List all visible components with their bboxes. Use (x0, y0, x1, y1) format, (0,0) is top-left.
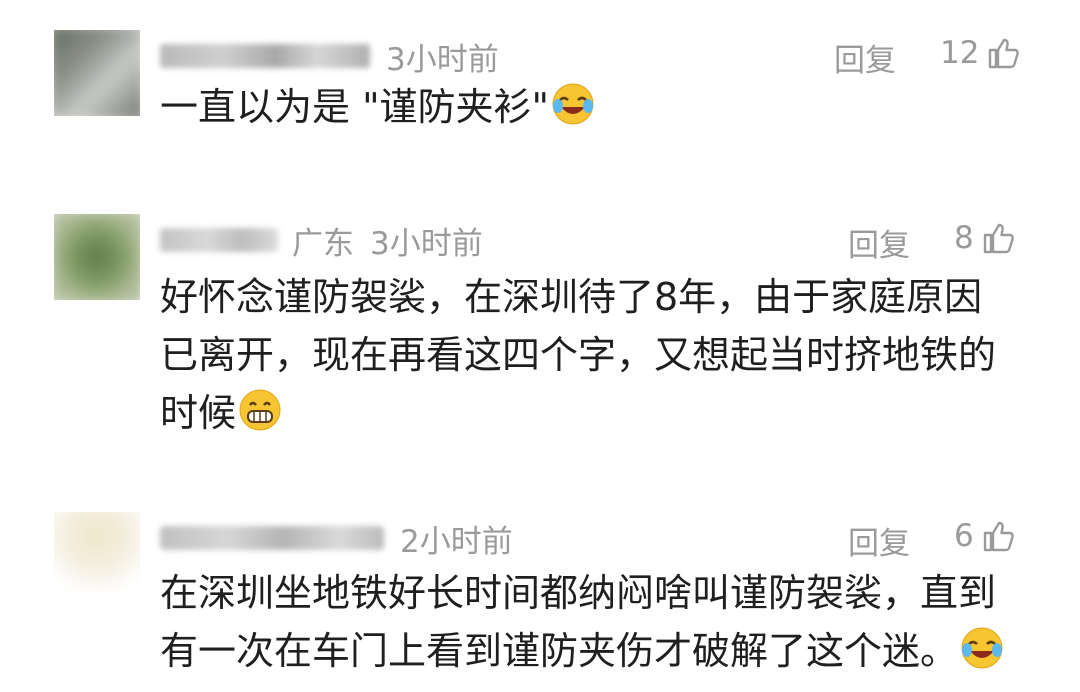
thumbs-up-icon (983, 521, 1014, 552)
like-button[interactable]: 8 (954, 220, 1016, 256)
username-blurred[interactable] (160, 526, 384, 550)
comment-text: 一直以为是 "谨防夹衫" (160, 78, 1010, 142)
like-count: 8 (954, 220, 974, 256)
thumbs-up-icon (983, 223, 1014, 254)
laughing-crying-emoji-icon (551, 82, 595, 142)
username-blurred[interactable] (160, 228, 278, 252)
comment-header: 广东 3小时前 (160, 220, 483, 262)
comment-text-content: 在深圳坐地铁好长时间都纳闷啥叫谨防袈裟，直到有一次在车门上看到谨防夹伤才破解了这… (160, 571, 997, 673)
laughing-crying-emoji-icon (960, 626, 1004, 686)
like-button[interactable]: 6 (954, 518, 1016, 554)
like-count: 12 (940, 35, 980, 71)
comment-header: 2小时前 (160, 518, 513, 560)
reply-button[interactable]: 回复 (848, 518, 910, 563)
grinning-emoji-icon (238, 388, 282, 448)
thumbs-up-icon (989, 38, 1020, 69)
like-count: 6 (954, 518, 974, 554)
comment-header: 3小时前 (160, 36, 499, 78)
comment-time: 3小时前 (370, 225, 483, 262)
comment-time: 3小时前 (386, 41, 499, 78)
reply-button[interactable]: 回复 (848, 220, 910, 265)
comment-text-content: 一直以为是 "谨防夹衫" (160, 85, 550, 129)
reply-button[interactable]: 回复 (834, 35, 896, 80)
comment-text-content: 好怀念谨防袈裟，在深圳待了8年，由于家庭原因已离开，现在再看这四个字，又想起当时… (160, 275, 997, 435)
username-blurred[interactable] (160, 44, 370, 68)
avatar[interactable] (54, 30, 140, 116)
comment-text: 在深圳坐地铁好长时间都纳闷啥叫谨防袈裟，直到有一次在车门上看到谨防夹伤才破解了这… (160, 564, 1010, 686)
comment-text: 好怀念谨防袈裟，在深圳待了8年，由于家庭原因已离开，现在再看这四个字，又想起当时… (160, 268, 1010, 448)
avatar[interactable] (54, 214, 140, 300)
comment-time: 2小时前 (400, 523, 513, 560)
like-button[interactable]: 12 (940, 35, 1021, 71)
avatar[interactable] (54, 512, 140, 598)
comment-location: 广东 (292, 225, 354, 262)
